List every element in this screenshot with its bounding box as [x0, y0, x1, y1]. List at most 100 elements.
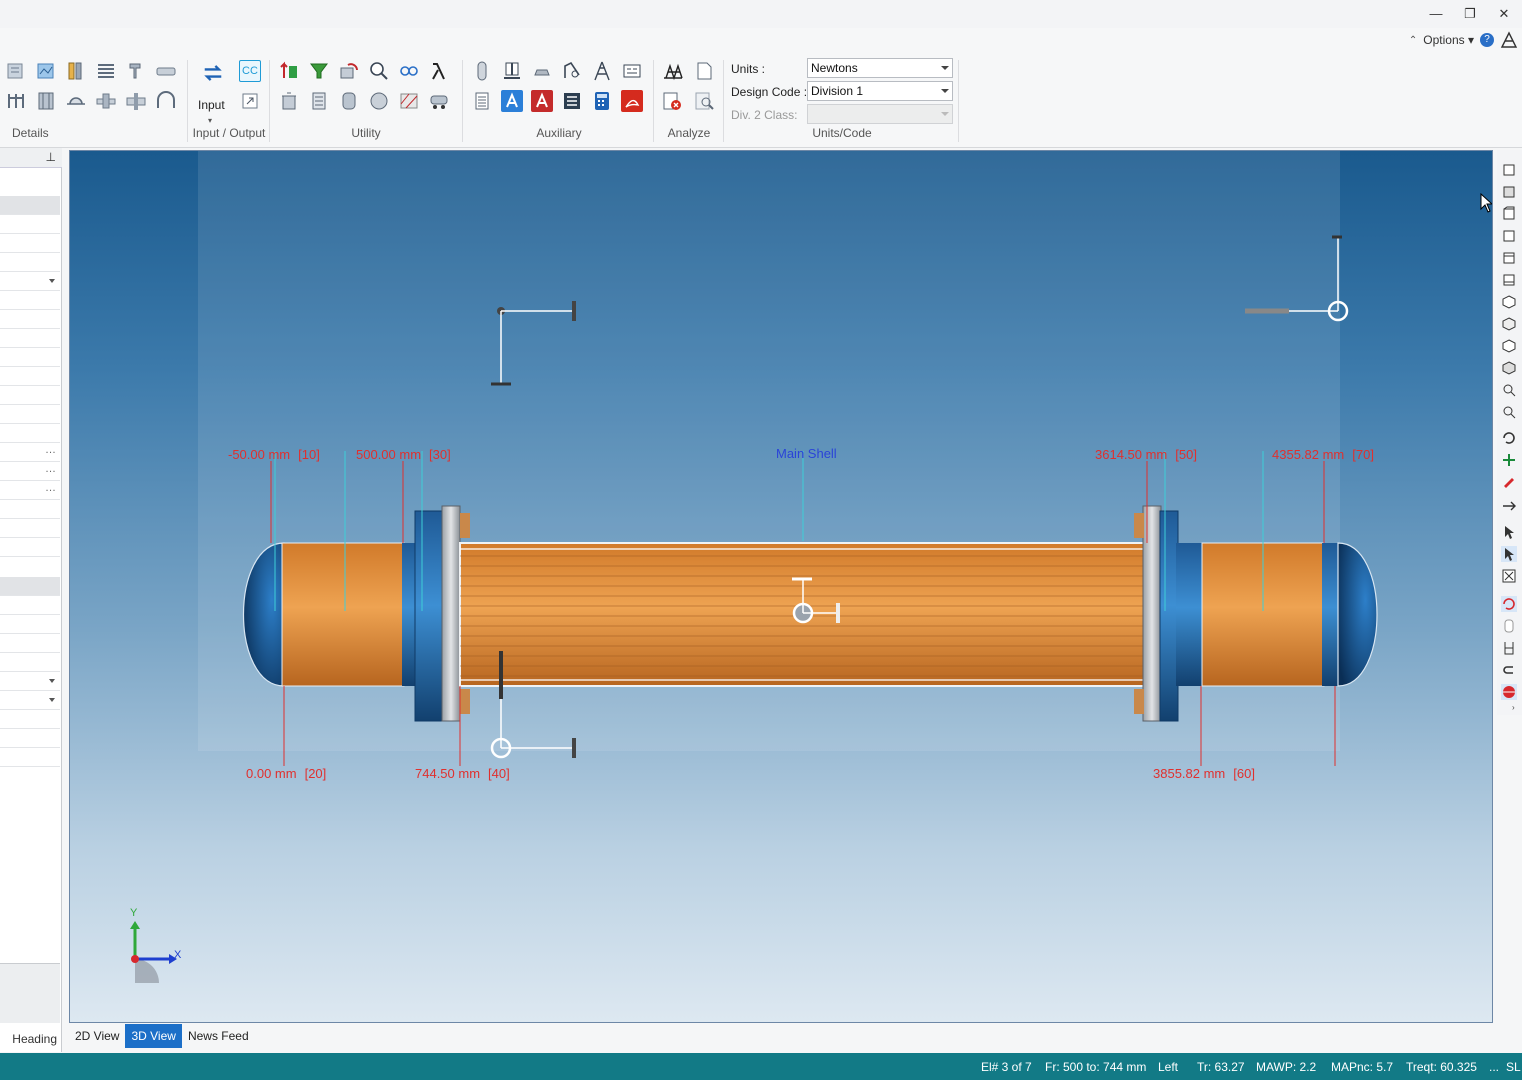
tower-icon[interactable]: [591, 60, 613, 82]
left-body-flange[interactable]: [414, 510, 446, 722]
input-refresh-icon[interactable]: [200, 60, 226, 86]
measure-icon[interactable]: [1501, 496, 1517, 512]
left-tubesheet[interactable]: [441, 505, 461, 722]
view-back-icon[interactable]: [1501, 184, 1517, 200]
panel-row[interactable]: [0, 253, 60, 272]
view-iso-4-icon[interactable]: [1501, 360, 1517, 376]
panel-row[interactable]: [0, 538, 60, 557]
panel-row-dropdown[interactable]: [0, 672, 60, 691]
vessel-list-icon[interactable]: [308, 90, 330, 112]
panel-row[interactable]: [0, 424, 60, 443]
rigging-icon[interactable]: [621, 60, 643, 82]
rotate-icon[interactable]: [1501, 430, 1517, 446]
panel-row[interactable]: [0, 729, 60, 748]
div2-class-select[interactable]: [807, 104, 953, 124]
panel-row-browse[interactable]: …: [0, 443, 60, 462]
table-icon[interactable]: [561, 90, 583, 112]
fit-icon[interactable]: [1501, 568, 1517, 584]
panel-row[interactable]: [0, 310, 60, 329]
zoom-2d-icon[interactable]: [368, 60, 390, 82]
flange-details-icon[interactable]: [125, 90, 147, 112]
close-button[interactable]: ✕: [1492, 4, 1516, 24]
right-head[interactable]: [1337, 542, 1378, 687]
toolbar-overflow-icon[interactable]: ›: [1512, 703, 1515, 712]
view-left-icon[interactable]: [1501, 206, 1517, 222]
pdf-3d-icon[interactable]: [621, 90, 643, 112]
sphere-icon[interactable]: [368, 90, 390, 112]
calculator-icon[interactable]: [591, 90, 613, 112]
panel-row-dropdown[interactable]: [0, 272, 60, 291]
panel-row[interactable]: [0, 348, 60, 367]
select-active-icon[interactable]: [1501, 546, 1517, 562]
minimize-button[interactable]: —: [1424, 4, 1448, 24]
funnel-icon[interactable]: [308, 60, 330, 82]
panel-row[interactable]: [0, 710, 60, 729]
left-channel-shell[interactable]: [281, 542, 405, 687]
color-icon[interactable]: [1501, 474, 1517, 490]
delete-icon[interactable]: [278, 90, 300, 112]
panel-row[interactable]: [0, 500, 60, 519]
lug-details-icon[interactable]: [125, 60, 147, 82]
design-code-select[interactable]: Division 1: [807, 81, 953, 101]
pan-icon[interactable]: [1501, 452, 1517, 468]
restore-button[interactable]: ❐: [1458, 4, 1482, 24]
trailer-icon[interactable]: [428, 90, 450, 112]
tab-3d-view[interactable]: 3D View: [125, 1024, 182, 1048]
panel-row[interactable]: [0, 519, 60, 538]
cylinder-view-icon[interactable]: [1501, 618, 1517, 634]
halfpipe-details-icon[interactable]: [155, 90, 177, 112]
access-icon[interactable]: [531, 90, 553, 112]
panel-row-browse[interactable]: …: [0, 481, 60, 500]
clip-icon[interactable]: [1501, 640, 1517, 656]
help-icon[interactable]: ?: [1480, 33, 1494, 47]
main-shell-label[interactable]: Main Shell: [776, 446, 837, 461]
view-bottom-icon[interactable]: [1501, 272, 1517, 288]
report-list-icon[interactable]: [471, 90, 493, 112]
view-iso-3-icon[interactable]: [1501, 338, 1517, 354]
view-right-icon[interactable]: [1501, 228, 1517, 244]
panel-row[interactable]: [0, 615, 60, 634]
panel-row[interactable]: [0, 291, 60, 310]
status-more[interactable]: ...: [1489, 1060, 1499, 1074]
hand-icon[interactable]: [531, 60, 553, 82]
panel-row[interactable]: [0, 653, 60, 672]
collapse-ribbon-icon[interactable]: ⌃: [1409, 35, 1417, 46]
autocad-icon[interactable]: [501, 90, 523, 112]
zoom-icon[interactable]: [1501, 382, 1517, 398]
sort-icon[interactable]: [278, 60, 300, 82]
ellipsis-icon[interactable]: …: [45, 463, 56, 475]
platform-details-icon[interactable]: [155, 60, 177, 82]
export-icon[interactable]: [239, 90, 261, 112]
select-icon[interactable]: [1501, 524, 1517, 540]
input-button-label[interactable]: Input: [198, 98, 225, 112]
shaded-icon[interactable]: [1501, 684, 1517, 700]
lambda-icon[interactable]: [428, 60, 450, 82]
view-iso-1-icon[interactable]: [1501, 294, 1517, 310]
vertical-vessel-icon[interactable]: [471, 60, 493, 82]
preview-icon[interactable]: [693, 90, 715, 112]
view-top-icon[interactable]: [1501, 250, 1517, 266]
panel-row[interactable]: [0, 405, 60, 424]
tray-details-icon[interactable]: [65, 90, 87, 112]
map-details-icon[interactable]: [35, 60, 57, 82]
stack-details-icon[interactable]: [95, 60, 117, 82]
ellipsis-icon[interactable]: …: [45, 482, 56, 494]
options-menu[interactable]: Options ▾: [1423, 33, 1474, 47]
panel-row[interactable]: [0, 386, 60, 405]
input-dropdown-arrow-icon[interactable]: ▾: [208, 116, 212, 125]
3d-viewport[interactable]: -50.00 mm [10] 500.00 mm [30] 3614.50 mm [5…: [69, 150, 1493, 1023]
zoom-window-icon[interactable]: [1501, 404, 1517, 420]
panel-row-browse[interactable]: …: [0, 462, 60, 481]
right-channel-flange[interactable]: [1176, 543, 1204, 686]
panel-row[interactable]: [0, 748, 60, 767]
units-select[interactable]: Newtons: [807, 58, 953, 78]
hatch-icon[interactable]: [398, 90, 420, 112]
analyze-truss-icon[interactable]: [661, 60, 685, 82]
panel-row[interactable]: [0, 215, 60, 234]
render-icon[interactable]: [1501, 596, 1517, 612]
column-details-icon[interactable]: [65, 60, 87, 82]
saddle-details-icon[interactable]: [35, 90, 57, 112]
link-icon[interactable]: [398, 60, 420, 82]
panel-row[interactable]: [0, 234, 60, 253]
right-tubesheet[interactable]: [1142, 505, 1162, 722]
